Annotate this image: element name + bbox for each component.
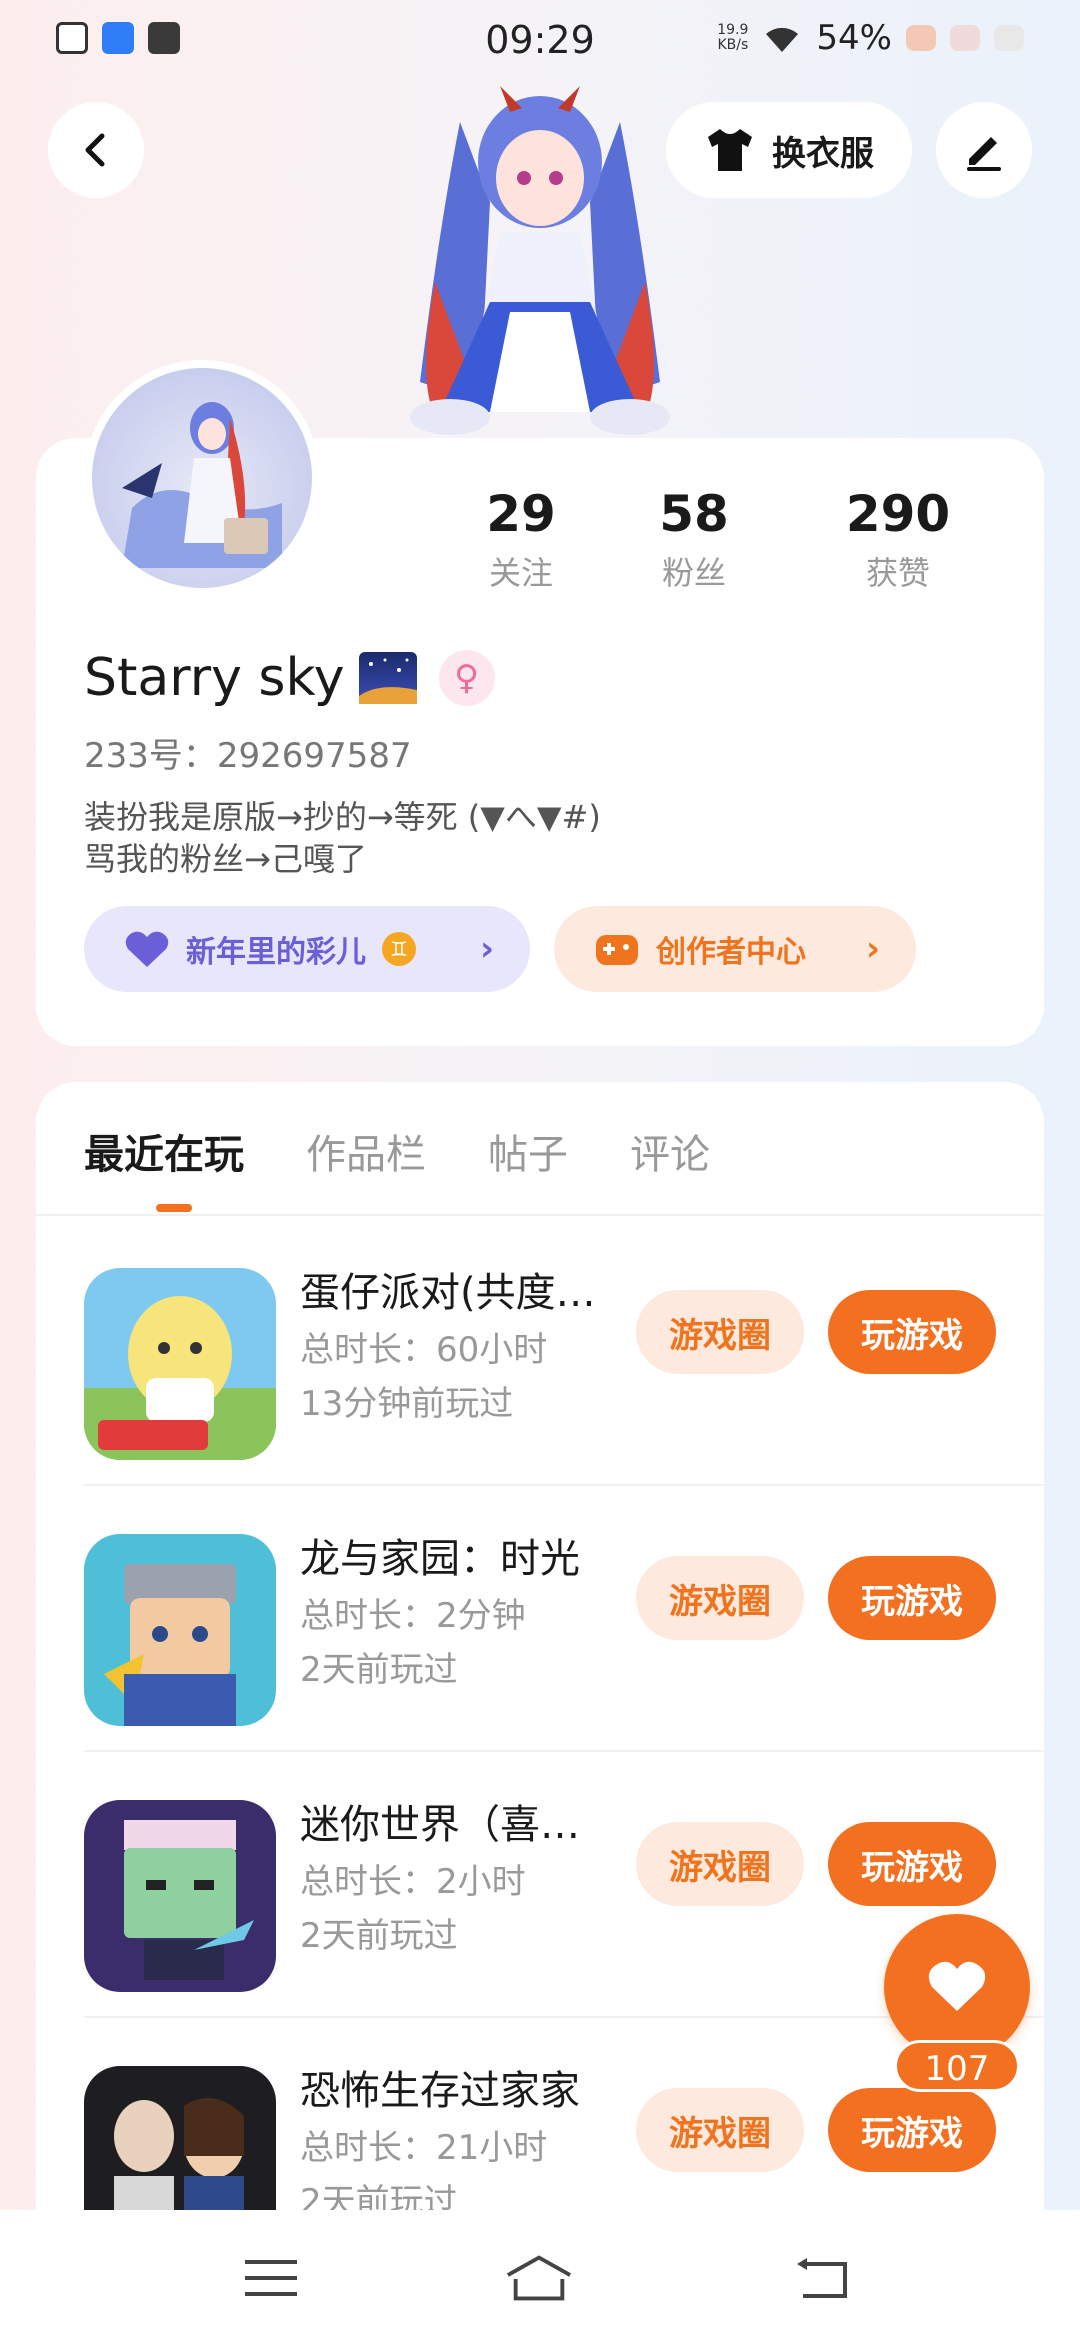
game-last-played: 2天前玩过 <box>300 1916 458 1956</box>
status-mini-icon <box>994 25 1024 51</box>
status-mini-icon <box>950 25 980 51</box>
following-stat[interactable]: 29 关注 <box>450 486 592 594</box>
dress-up-label: 换衣服 <box>772 133 874 174</box>
heart-icon <box>928 1961 986 2011</box>
avatar-image <box>122 402 282 568</box>
likes-stat[interactable]: 290 获赞 <box>796 486 1000 594</box>
net-speed: 19.9 KB/s <box>717 22 749 53</box>
game-title: 恐怖生存过家家 <box>300 2068 580 2114</box>
creator-center-label: 创作者中心 <box>656 935 806 970</box>
gemini-icon: ♊ <box>382 932 416 966</box>
night-sky-emoji-icon <box>358 652 417 704</box>
home-icon <box>506 2255 572 2301</box>
tab-posts[interactable]: 帖子 <box>488 1122 568 1180</box>
menu-button[interactable] <box>236 2248 306 2308</box>
game-duration: 总时长：2分钟 <box>300 1596 526 1636</box>
likes-label: 获赞 <box>865 554 930 592</box>
home-button[interactable] <box>504 2248 574 2308</box>
username-row: Starry sky ♀ <box>84 648 495 708</box>
dress-up-button[interactable]: 换衣服 <box>666 102 912 198</box>
play-game-button[interactable]: 玩游戏 <box>828 1822 996 1906</box>
wifi-icon <box>766 27 799 52</box>
game-icon-dragon-home <box>84 1534 276 1726</box>
profile-tabs: 最近在玩 作品栏 帖子 评论 <box>84 1122 710 1180</box>
following-count: 29 <box>486 485 556 543</box>
play-game-button[interactable]: 玩游戏 <box>828 1556 996 1640</box>
title-badge-button[interactable]: 新年里的彩儿 ♊ › <box>84 906 530 992</box>
return-icon <box>797 2258 847 2298</box>
bio: 装扮我是原版→抄的→等死 (▼へ▼#) 骂我的粉丝→己嘎了 <box>84 798 601 878</box>
game-circle-button[interactable]: 游戏圈 <box>636 1822 804 1906</box>
tab-works[interactable]: 作品栏 <box>306 1122 426 1180</box>
shirt-icon <box>708 129 752 171</box>
likes-count: 290 <box>845 485 951 543</box>
tab-recently-played[interactable]: 最近在玩 <box>84 1122 244 1180</box>
game-circle-button[interactable]: 游戏圈 <box>636 1290 804 1374</box>
game-title: 蛋仔派对(共度… <box>300 1270 596 1316</box>
avatar[interactable] <box>84 360 320 596</box>
chevron-right-icon: › <box>865 929 880 969</box>
back-icon <box>85 133 105 167</box>
following-label: 关注 <box>488 554 553 592</box>
game-duration: 总时长：21小时 <box>300 2128 548 2168</box>
gamepad-icon <box>596 935 638 965</box>
game-last-played: 2天前玩过 <box>300 1650 458 1690</box>
chevron-right-icon: › <box>479 929 494 969</box>
profile-stats: 29 关注 58 粉丝 290 获赞 <box>450 486 1010 594</box>
menu-icon <box>245 2260 297 2296</box>
status-right: 19.9 KB/s 54% <box>717 18 1024 58</box>
game-title: 龙与家园：时光 <box>300 1536 580 1582</box>
female-icon: ♀ <box>438 650 495 706</box>
username: Starry sky <box>84 648 345 708</box>
divider <box>36 1214 1044 1216</box>
game-duration: 总时长：60小时 <box>300 1330 548 1370</box>
tab-indicator <box>156 1204 192 1212</box>
game-icon-eggy-party <box>84 1268 276 1460</box>
game-circle-button[interactable]: 游戏圈 <box>636 1556 804 1640</box>
return-button[interactable] <box>788 2248 858 2308</box>
user-id: 233号：292697587 <box>84 736 412 776</box>
play-game-button[interactable]: 玩游戏 <box>828 1290 996 1374</box>
tab-comments[interactable]: 评论 <box>630 1122 710 1180</box>
edit-profile-button[interactable] <box>936 102 1032 198</box>
like-button[interactable] <box>884 1914 1030 2060</box>
status-bar: 09:29 19.9 KB/s 54% <box>0 0 1080 84</box>
creator-center-button[interactable]: 创作者中心 › <box>554 906 916 992</box>
game-circle-button[interactable]: 游戏圈 <box>636 2088 804 2172</box>
game-icon-mini-world <box>84 1800 276 1992</box>
battery-level: 54% <box>816 18 892 58</box>
status-mini-icon <box>906 25 936 51</box>
fans-stat[interactable]: 58 粉丝 <box>592 486 796 594</box>
system-nav-bar <box>0 2210 1080 2340</box>
game-list-item[interactable]: 蛋仔派对(共度… 总时长：60小时 13分钟前玩过 游戏圈 玩游戏 <box>84 1220 1044 1486</box>
back-button[interactable] <box>48 102 144 198</box>
like-count: 107 <box>894 2040 1020 2092</box>
game-list-item[interactable]: 龙与家园：时光 总时长：2分钟 2天前玩过 游戏圈 玩游戏 <box>84 1486 1044 1752</box>
edit-pen-icon <box>967 137 1001 171</box>
fans-label: 粉丝 <box>661 554 726 592</box>
game-title: 迷你世界（喜… <box>300 1802 580 1848</box>
game-duration: 总时长：2小时 <box>300 1862 526 1902</box>
fans-count: 58 <box>659 485 729 543</box>
play-game-button[interactable]: 玩游戏 <box>828 2088 996 2172</box>
title-badge-label: 新年里的彩儿 <box>186 935 366 970</box>
heart-icon <box>125 931 169 967</box>
game-last-played: 13分钟前玩过 <box>300 1384 514 1424</box>
